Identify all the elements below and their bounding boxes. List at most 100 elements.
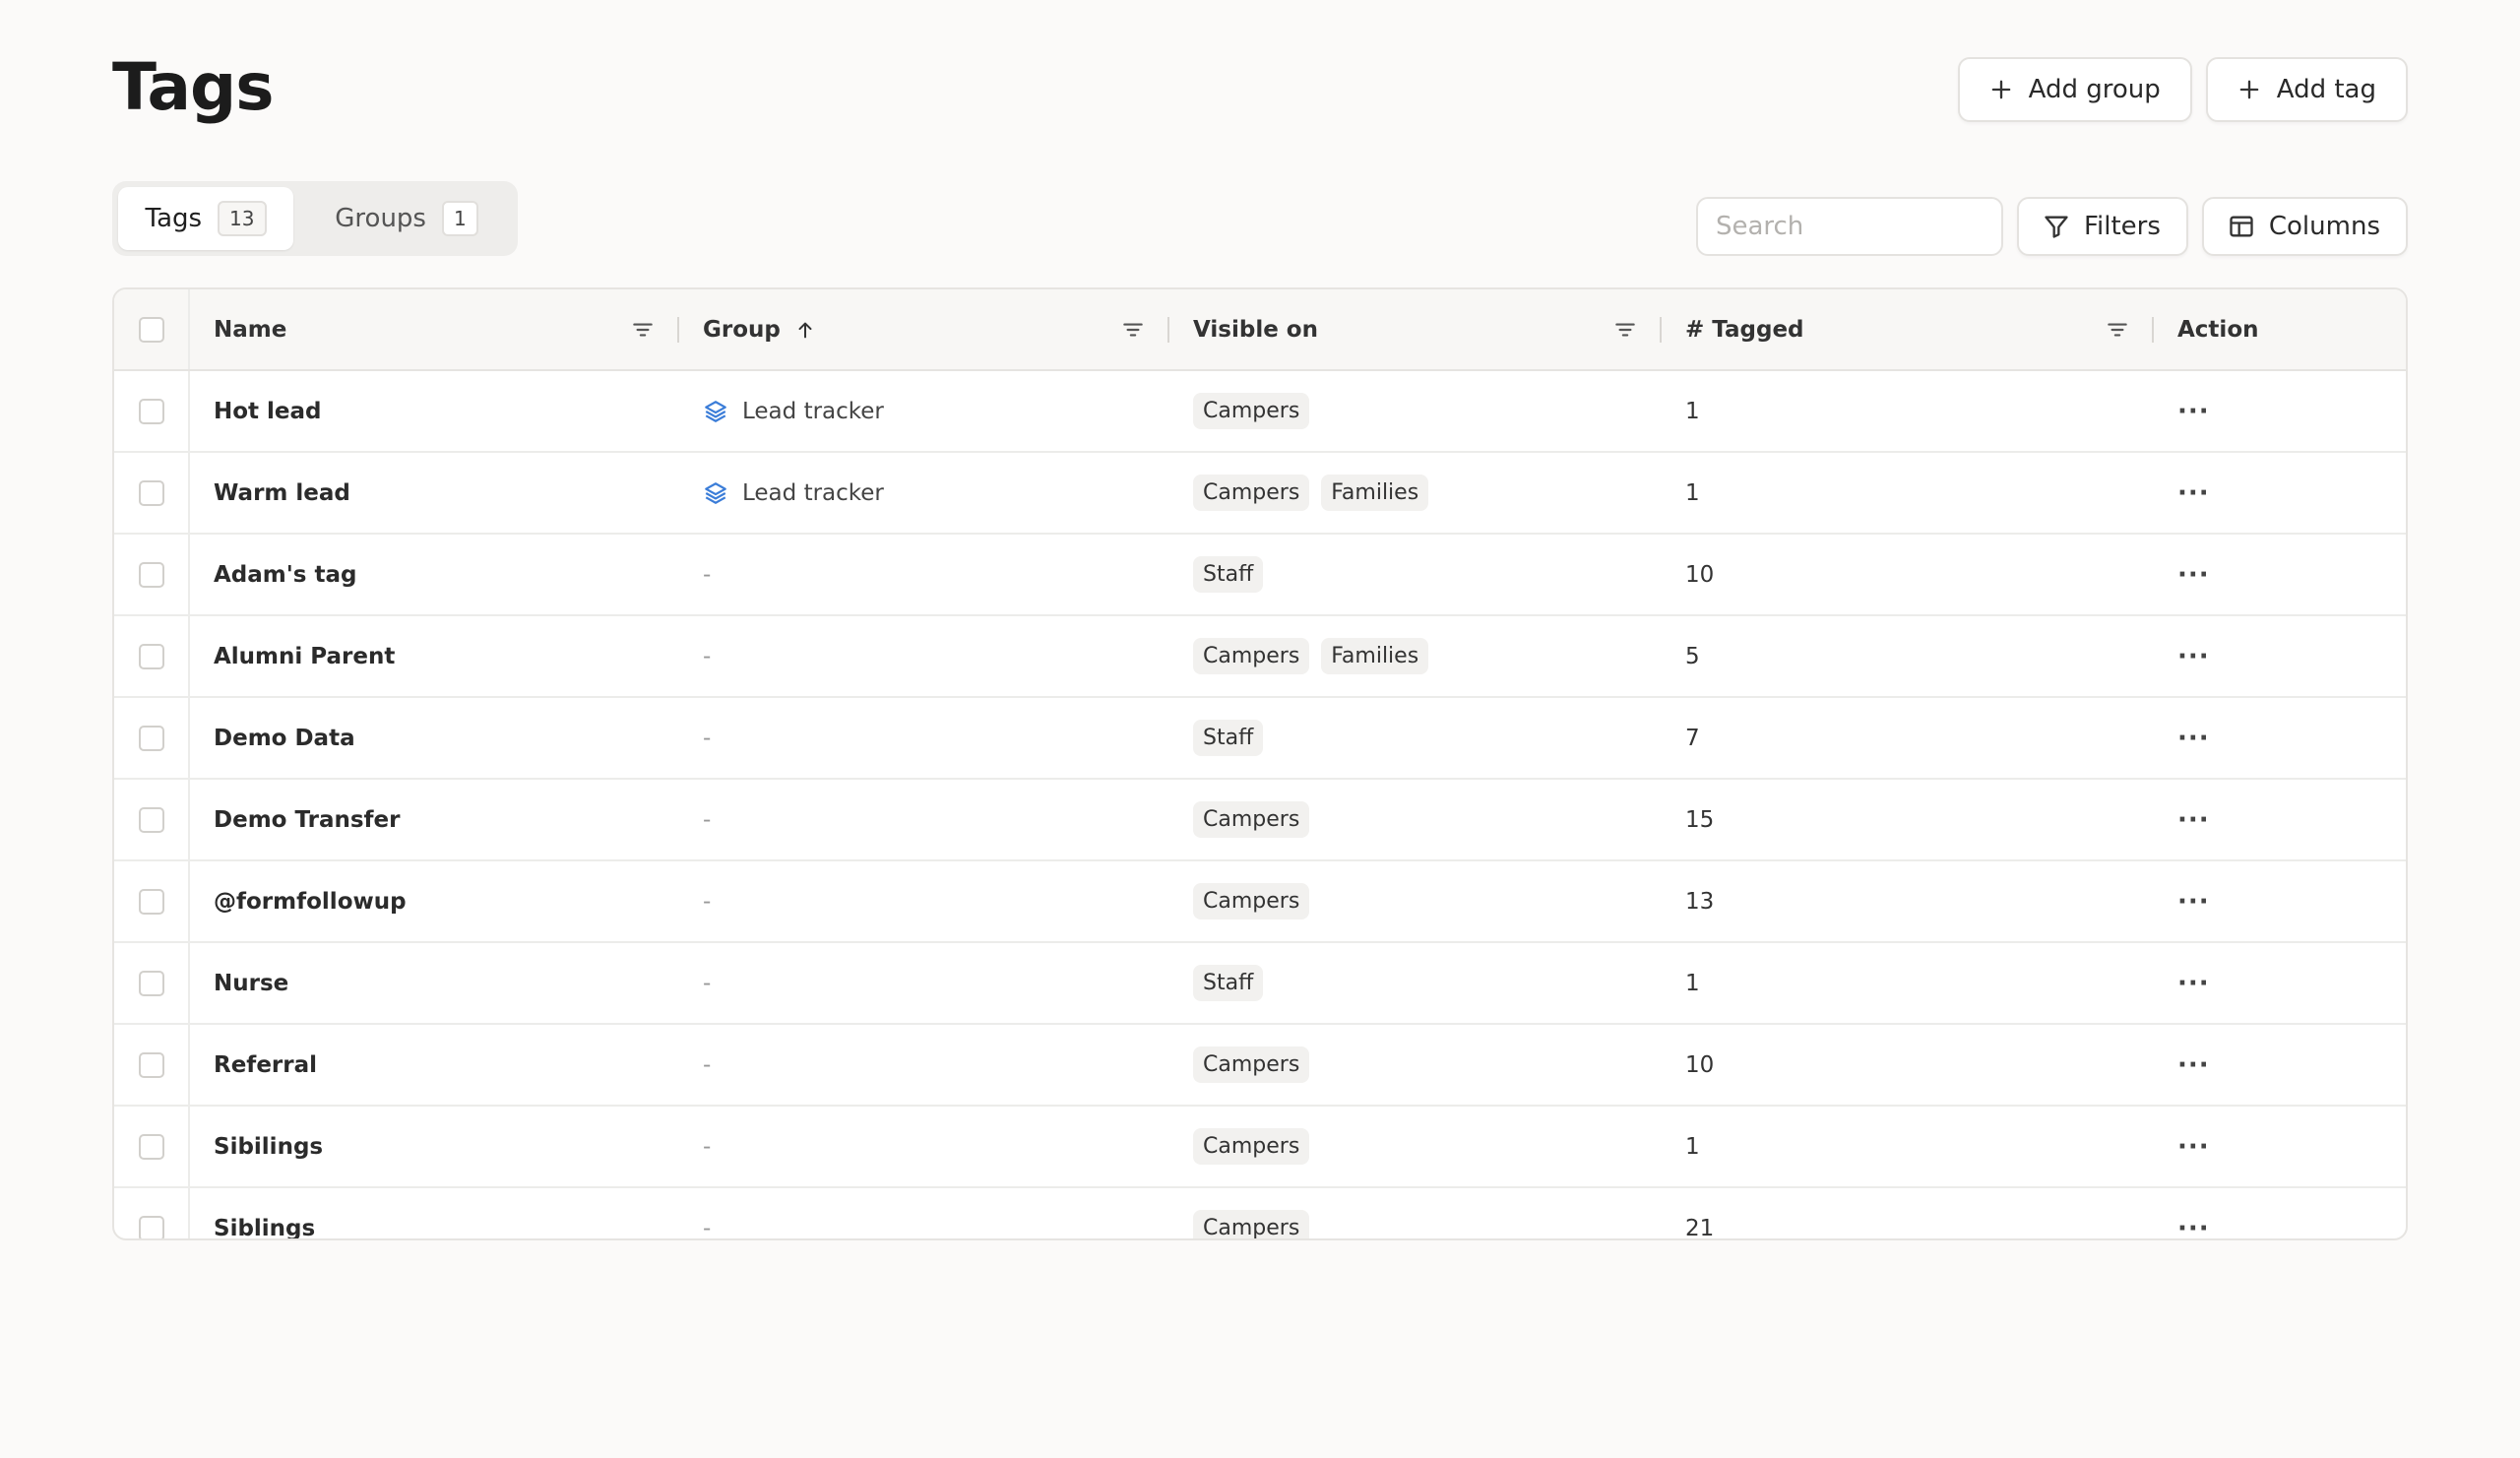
visibility-chip: Staff — [1193, 720, 1264, 756]
add-tag-label: Add tag — [2276, 75, 2376, 104]
group-empty: - — [703, 643, 712, 669]
filter-lines-icon[interactable] — [1612, 317, 1638, 343]
more-horizontal-icon[interactable]: ··· — [2177, 478, 2210, 508]
row-checkbox[interactable] — [138, 1215, 164, 1238]
filter-lines-icon[interactable] — [630, 317, 656, 343]
row-select-cell — [114, 1024, 190, 1107]
tagged-count: 5 — [1662, 615, 2154, 698]
add-tag-button[interactable]: Add tag — [2205, 57, 2408, 122]
tag-name: Demo Transfer — [189, 779, 679, 861]
table-row[interactable]: Referral - Campers 10 ··· — [114, 1024, 2406, 1107]
row-checkbox[interactable] — [138, 806, 164, 833]
table-row[interactable]: @formfollowup - Campers 13 ··· — [114, 860, 2406, 943]
table-row[interactable]: Warm lead Lead tracker Campers Families 1 ··· — [114, 452, 2406, 535]
row-checkbox[interactable] — [138, 398, 164, 424]
table-row[interactable]: Sibilings - Campers 1 ··· — [114, 1106, 2406, 1188]
table-row[interactable]: Adam's tag - Staff 10 ··· — [114, 534, 2406, 616]
column-header-name[interactable]: Name — [189, 289, 679, 371]
column-header-tagged[interactable]: # Tagged — [1662, 289, 2154, 371]
row-checkbox[interactable] — [138, 888, 164, 915]
table-row[interactable]: Demo Data - Staff 7 ··· — [114, 697, 2406, 780]
visibility-chip: Campers — [1193, 393, 1310, 429]
tab-groups-label: Groups — [335, 204, 426, 233]
column-group-label: Group — [703, 316, 781, 343]
filters-button[interactable]: Filters — [2016, 197, 2188, 256]
table-row[interactable]: Alumni Parent - Campers Families 5 ··· — [114, 615, 2406, 698]
action-cell: ··· — [2154, 370, 2406, 453]
column-tagged-label: # Tagged — [1685, 316, 1804, 343]
tagged-count: 10 — [1662, 1024, 2154, 1107]
layers-icon — [705, 400, 726, 422]
columns-button[interactable]: Columns — [2201, 197, 2408, 256]
table-row[interactable]: Demo Transfer - Campers 15 ··· — [114, 779, 2406, 861]
more-horizontal-icon[interactable]: ··· — [2177, 1050, 2210, 1080]
tagged-count: 1 — [1662, 1106, 2154, 1188]
tag-group-cell: - — [679, 615, 1169, 698]
search-input[interactable] — [1695, 197, 2003, 256]
filter-lines-icon[interactable] — [2105, 317, 2130, 343]
action-cell: ··· — [2154, 1187, 2406, 1239]
arrow-up-icon — [798, 322, 812, 338]
row-select-cell — [114, 779, 190, 861]
action-cell: ··· — [2154, 1106, 2406, 1188]
tagged-count: 10 — [1662, 534, 2154, 616]
group-empty: - — [703, 561, 712, 588]
group-empty: - — [703, 1215, 712, 1240]
row-checkbox[interactable] — [138, 479, 164, 506]
tag-group-cell: - — [679, 779, 1169, 861]
tag-group-cell: Lead tracker — [679, 452, 1169, 535]
more-horizontal-icon[interactable]: ··· — [2177, 1214, 2210, 1239]
tab-tags-label: Tags — [145, 204, 203, 233]
tag-name: Siblings — [189, 1187, 679, 1238]
table-body: Hot lead Lead tracker Campers 1 ··· Warm lead… — [114, 370, 2406, 1240]
select-all-checkbox[interactable] — [138, 316, 164, 343]
more-horizontal-icon[interactable]: ··· — [2177, 724, 2210, 753]
visibility-chip: Campers — [1193, 1210, 1310, 1238]
row-checkbox[interactable] — [138, 1133, 164, 1160]
row-select-cell — [114, 1106, 190, 1188]
column-header-group[interactable]: Group — [679, 289, 1169, 371]
action-cell: ··· — [2154, 860, 2406, 943]
table-row[interactable]: Siblings - Campers 21 ··· — [114, 1187, 2406, 1240]
row-checkbox[interactable] — [138, 561, 164, 588]
more-horizontal-icon[interactable]: ··· — [2177, 560, 2210, 590]
tab-groups[interactable]: Groups 1 — [301, 187, 512, 250]
row-checkbox[interactable] — [138, 1051, 164, 1078]
tab-tags[interactable]: Tags 13 — [118, 187, 293, 250]
column-header-visible-on[interactable]: Visible on — [1169, 289, 1662, 371]
visible-on-cell: Campers — [1169, 779, 1662, 861]
select-all-cell — [114, 289, 190, 371]
visible-on-cell: Campers — [1169, 860, 1662, 943]
table-row[interactable]: Nurse - Staff 1 ··· — [114, 942, 2406, 1025]
tag-group-cell: - — [679, 942, 1169, 1025]
tag-group-cell: - — [679, 534, 1169, 616]
tagged-count: 1 — [1662, 452, 2154, 535]
action-cell: ··· — [2154, 534, 2406, 616]
filter-lines-icon[interactable] — [1120, 317, 1146, 343]
table-row[interactable]: Hot lead Lead tracker Campers 1 ··· — [114, 370, 2406, 453]
row-select-cell — [114, 1187, 190, 1238]
visibility-chip: Campers — [1193, 883, 1310, 919]
page-title: Tags — [112, 49, 275, 125]
row-checkbox[interactable] — [138, 643, 164, 669]
tab-tags-count: 13 — [218, 201, 267, 236]
more-horizontal-icon[interactable]: ··· — [2177, 1132, 2210, 1162]
tag-group-cell: - — [679, 1187, 1169, 1240]
group-empty: - — [703, 725, 712, 751]
visibility-chip: Staff — [1193, 556, 1264, 593]
tag-name: @formfollowup — [189, 860, 679, 943]
more-horizontal-icon[interactable]: ··· — [2177, 969, 2210, 998]
more-horizontal-icon[interactable]: ··· — [2177, 642, 2210, 671]
visible-on-cell: Staff — [1169, 942, 1662, 1025]
more-horizontal-icon[interactable]: ··· — [2177, 887, 2210, 917]
tag-name: Demo Data — [189, 697, 679, 780]
group-empty: - — [703, 970, 712, 996]
columns-icon — [2230, 216, 2253, 237]
add-group-button[interactable]: Add group — [1957, 57, 2192, 122]
tab-groups-count: 1 — [441, 201, 478, 236]
row-checkbox[interactable] — [138, 725, 164, 751]
more-horizontal-icon[interactable]: ··· — [2177, 397, 2210, 426]
row-checkbox[interactable] — [138, 970, 164, 996]
more-horizontal-icon[interactable]: ··· — [2177, 805, 2210, 835]
visibility-chip: Campers — [1193, 1046, 1310, 1083]
